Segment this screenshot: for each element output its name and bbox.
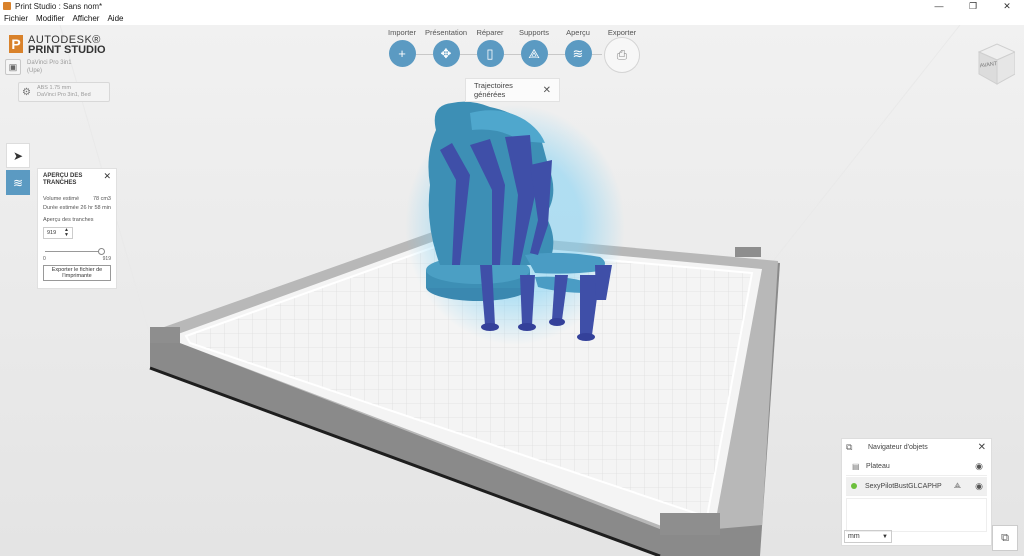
tool-apercu[interactable]: Aperçu ≋ <box>556 28 600 73</box>
tool-exporter[interactable]: Exporter ⎙ <box>600 28 644 73</box>
import-icon[interactable]: + <box>388 40 416 67</box>
gear-icon: ⚙ <box>22 86 31 98</box>
tool-label: Importer <box>388 28 416 37</box>
title-bar: Print Studio : Sans nom* — ❐ ✕ <box>0 0 1024 12</box>
close-window-button[interactable]: ✕ <box>990 0 1024 12</box>
export-icon[interactable]: ⎙ <box>604 37 640 73</box>
pointer-icon: ➤ <box>12 148 24 163</box>
layers-icon[interactable]: ≋ <box>564 40 592 67</box>
tool-presentation[interactable]: Présentation ✥ <box>424 28 468 73</box>
plate-clip <box>735 247 761 257</box>
list-item-model[interactable]: SexyPilotBustGLCAPHP ⟁ ◉ <box>846 477 987 496</box>
plate-icon: ▤ <box>852 461 860 471</box>
close-icon[interactable]: ✕ <box>543 85 551 96</box>
material-printer: DaVinci Pro 3in1, Bed <box>36 92 91 98</box>
window-title: Print Studio : Sans nom* <box>15 1 103 11</box>
slider-track <box>45 251 103 252</box>
plate-clip <box>150 327 180 343</box>
panel-title: APERÇU DES TRANCHES <box>43 173 83 186</box>
eye-icon[interactable]: ◉ <box>975 461 983 472</box>
list-item-plateau[interactable]: ▤ Plateau ◉ <box>846 457 987 476</box>
item-label: SexyPilotBustGLCAPHP <box>865 482 942 490</box>
logo-mark-icon: P <box>9 35 23 53</box>
range-max: 919 <box>102 256 111 262</box>
slice-preview-panel: APERÇU DES TRANCHES ✕ Volume estimé 78 c… <box>37 168 117 289</box>
slider-thumb[interactable] <box>98 248 105 255</box>
object-navigator: ⧉ Navigateur d'objets ✕ ▤ Plateau ◉ Sexy… <box>841 438 992 546</box>
duration-value: 26 hr 58 min <box>80 205 111 211</box>
close-icon[interactable]: ✕ <box>103 172 111 187</box>
printer-name: DaVinci Pro 3in1 <box>27 60 72 66</box>
status-dot <box>851 483 857 489</box>
slice-preview-label: Aperçu des tranches <box>43 217 94 223</box>
material-selector[interactable]: ⚙ ABS 1.75 mm DaVinci Pro 3in1, Bed <box>18 82 110 102</box>
minimize-button[interactable]: — <box>922 0 956 12</box>
status-toast: Trajectoires générées ✕ <box>465 78 560 102</box>
supports-icon[interactable]: ⟁ <box>520 40 548 67</box>
hierarchy-icon: ⧉ <box>846 442 853 452</box>
app-icon <box>3 2 11 10</box>
model-arm <box>525 252 605 274</box>
tool-label: Supports <box>518 28 550 37</box>
navigator-empty-area <box>846 498 987 532</box>
repair-icon[interactable]: ▯ <box>476 40 504 67</box>
unit-value: mm <box>848 533 860 540</box>
workflow-toolbar: Importer + Présentation ✥ Réparer ▯ Supp… <box>380 28 644 73</box>
slice-stepper[interactable]: 919 ▲ ▼ <box>43 227 73 239</box>
supports-icon[interactable]: ⟁ <box>954 481 961 491</box>
layers-icon: ≋ <box>12 175 24 190</box>
guide-line <box>769 25 961 266</box>
material-name: ABS 1.75 mm <box>36 85 71 91</box>
toast-text: Trajectoires générées <box>474 81 513 99</box>
slice-preview-button[interactable]: ≋ <box>6 170 30 195</box>
volume-label: Volume estimé <box>43 196 80 202</box>
tool-reparer[interactable]: Réparer ▯ <box>468 28 512 73</box>
scene-tree-button[interactable]: ⧉ <box>992 525 1018 551</box>
navigator-title: Navigateur d'objets <box>868 444 928 451</box>
printer-icon: ▣ <box>5 59 21 75</box>
slice-slider[interactable] <box>43 248 111 255</box>
tool-label: Réparer <box>476 28 504 37</box>
stepper-arrows-icon[interactable]: ▲ ▼ <box>64 228 69 238</box>
app-logo: P AUTODESK® PRINT STUDIO <box>9 35 106 56</box>
export-printer-file-button[interactable]: Exporter le fichier de l'imprimante <box>43 265 111 281</box>
tool-supports[interactable]: Supports ⟁ <box>512 28 556 73</box>
menu-afficher[interactable]: Afficher <box>72 14 99 23</box>
tool-label: Aperçu <box>566 28 590 37</box>
tool-label: Présentation <box>424 28 468 37</box>
eye-icon[interactable]: ◉ <box>975 481 983 492</box>
menu-bar: Fichier Modifier Afficher Aide <box>0 12 1024 25</box>
printer-mode: (Upe) <box>27 68 43 74</box>
slice-value[interactable]: 919 <box>47 230 56 236</box>
printer-selector[interactable]: ▣ DaVinci Pro 3in1 (Upe) <box>5 59 72 75</box>
item-label: Plateau <box>866 462 890 470</box>
plate-clip <box>660 513 720 535</box>
maximize-button[interactable]: ❐ <box>956 0 990 12</box>
volume-value: 78 cm3 <box>92 196 111 202</box>
window-controls: — ❐ ✕ <box>922 0 1024 12</box>
close-icon[interactable]: ✕ <box>978 442 986 453</box>
logo-product: PRINT STUDIO <box>28 44 106 56</box>
tool-importer[interactable]: Importer + <box>380 28 424 73</box>
menu-fichier[interactable]: Fichier <box>4 14 28 23</box>
hierarchy-icon: ⧉ <box>1001 531 1009 544</box>
select-tool-button[interactable]: ➤ <box>6 143 30 168</box>
menu-aide[interactable]: Aide <box>107 14 123 23</box>
move-icon[interactable]: ✥ <box>432 40 460 67</box>
chevron-down-icon: ▼ <box>882 533 888 540</box>
menu-modifier[interactable]: Modifier <box>36 14 64 23</box>
duration-label: Durée estimée <box>43 205 79 211</box>
unit-select[interactable]: mm ▼ <box>844 530 892 543</box>
range-min: 0 <box>43 256 46 262</box>
3d-viewport[interactable]: P AUTODESK® PRINT STUDIO ▣ DaVinci Pro 3… <box>0 25 1024 556</box>
view-cube[interactable]: AVANT <box>975 40 1017 89</box>
